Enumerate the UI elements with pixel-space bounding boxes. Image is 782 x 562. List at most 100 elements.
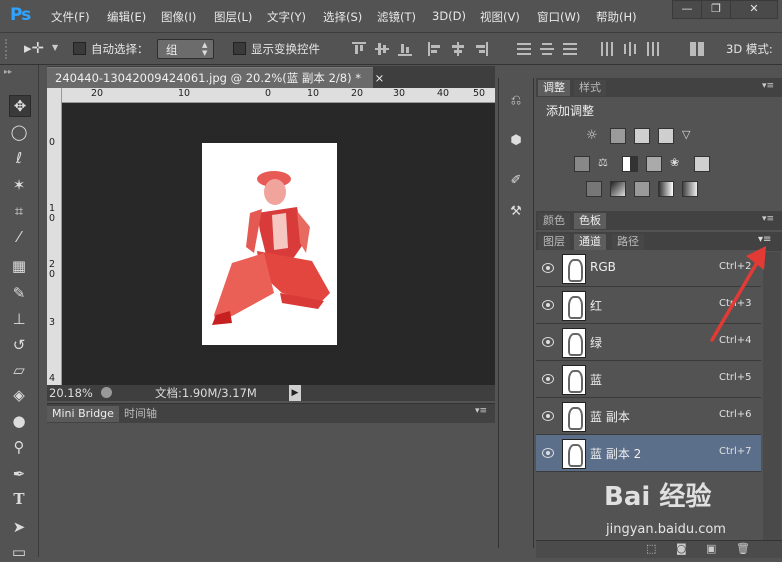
tool-presets-icon[interactable]: ⚒ (505, 201, 527, 223)
path-select-icon[interactable]: ➤ (9, 517, 29, 537)
paint-bucket-icon[interactable]: ◈ (9, 385, 29, 405)
document-tab[interactable]: 240440-13042009424061.jpg @ 20.2%(蓝 副本 2… (47, 67, 384, 88)
invert-icon[interactable] (586, 181, 602, 197)
brightness-icon[interactable]: ☼ (586, 128, 600, 143)
menu-file[interactable]: 文件(F) (51, 9, 90, 25)
dodge-tool-icon[interactable]: ⚲ (9, 437, 29, 457)
visibility-eye-icon[interactable] (542, 374, 554, 384)
menu-view[interactable]: 视图(V) (480, 9, 520, 25)
black-white-icon[interactable] (622, 156, 638, 172)
menu-filter[interactable]: 滤镜(T) (377, 9, 416, 25)
chevron-down-icon[interactable]: ▼ (52, 43, 58, 52)
type-tool-icon[interactable]: T (9, 490, 29, 510)
new-channel-icon[interactable]: ▣ (706, 542, 716, 555)
marquee-tool-icon[interactable]: ◯ (9, 122, 29, 142)
align-top-icon[interactable] (352, 42, 366, 56)
auto-select-checkbox[interactable] (73, 42, 86, 55)
collapse-icon[interactable]: ▸▸ (4, 67, 12, 76)
pen-tool-icon[interactable]: ✒ (9, 464, 29, 484)
healing-brush-icon[interactable]: ▦ (9, 256, 29, 276)
channel-row-blue-copy-2[interactable]: 蓝 副本 2 Ctrl+7 (536, 435, 761, 472)
align-bottom-icon[interactable] (398, 42, 412, 56)
vibrance-icon[interactable]: ▽ (682, 128, 696, 142)
crop-tool-icon[interactable]: ⌗ (9, 201, 29, 221)
curves-icon[interactable] (634, 128, 650, 144)
align-right-icon[interactable] (474, 42, 488, 56)
eraser-icon[interactable]: ▱ (9, 360, 29, 380)
channel-row-blue[interactable]: 蓝 Ctrl+5 (536, 361, 761, 398)
auto-select-dropdown[interactable]: 组 ▲ ▼ (157, 39, 214, 59)
blur-tool-icon[interactable]: ● (9, 411, 29, 431)
tab-swatches[interactable]: 色板 (574, 213, 606, 229)
distribute-hcenter-icon[interactable] (623, 42, 637, 56)
tab-styles[interactable]: 样式 (574, 80, 606, 96)
menu-window[interactable]: 窗口(W) (537, 9, 580, 25)
lasso-tool-icon[interactable]: ℓ (9, 148, 29, 168)
menu-layer[interactable]: 图层(L) (214, 9, 252, 25)
distribute-top-icon[interactable] (517, 42, 531, 56)
tab-layers[interactable]: 图层 (538, 234, 570, 250)
menu-select[interactable]: 选择(S) (323, 9, 362, 25)
3d-icon[interactable]: ⬢ (505, 130, 527, 152)
panel-menu-icon[interactable]: ▾≡ (475, 406, 487, 416)
magic-wand-icon[interactable]: ✶ (9, 175, 29, 195)
gradient-map-icon[interactable] (658, 181, 674, 197)
channel-row-blue-copy[interactable]: 蓝 副本 Ctrl+6 (536, 398, 761, 435)
menu-edit[interactable]: 编辑(E) (107, 9, 146, 25)
save-selection-icon[interactable]: ◙ (676, 542, 687, 555)
visibility-eye-icon[interactable] (542, 300, 554, 310)
threshold-icon[interactable] (634, 181, 650, 197)
status-menu-arrow-icon[interactable]: ▶ (289, 385, 301, 401)
status-info-icon[interactable] (101, 387, 112, 398)
delete-channel-icon[interactable]: 🗑 (736, 542, 750, 555)
channel-mixer-icon[interactable]: ❀ (670, 156, 684, 170)
restore-button[interactable]: ❐ (701, 0, 731, 19)
visibility-eye-icon[interactable] (542, 263, 554, 273)
exposure-icon[interactable] (658, 128, 674, 144)
selective-color-icon[interactable] (682, 181, 698, 197)
visibility-eye-icon[interactable] (542, 411, 554, 421)
distribute-right-icon[interactable] (646, 42, 660, 56)
tab-mini-bridge[interactable]: Mini Bridge (47, 406, 119, 422)
align-vcenter-icon[interactable] (375, 42, 389, 56)
photo-filter-icon[interactable] (646, 156, 662, 172)
history-brush-icon[interactable]: ↺ (9, 335, 29, 355)
hue-saturation-icon[interactable] (574, 156, 590, 172)
tab-close-icon[interactable]: × (375, 71, 385, 85)
eyedropper-icon[interactable]: ⁄ (9, 227, 29, 247)
document-canvas[interactable] (202, 143, 337, 345)
levels-icon[interactable] (610, 128, 626, 144)
menu-type[interactable]: 文字(Y) (267, 9, 306, 25)
menu-3d[interactable]: 3D(D) (432, 9, 466, 23)
color-lookup-icon[interactable] (694, 156, 710, 172)
visibility-eye-icon[interactable] (542, 337, 554, 347)
show-transform-checkbox[interactable] (233, 42, 246, 55)
distribute-vcenter-icon[interactable] (540, 42, 554, 56)
color-balance-icon[interactable]: ⚖ (598, 156, 612, 170)
align-left-icon[interactable] (428, 42, 442, 56)
zoom-level[interactable]: 20.18% (49, 385, 93, 401)
tab-paths[interactable]: 路径 (612, 234, 644, 250)
brush-presets-icon[interactable]: ✐ (505, 170, 527, 192)
align-hcenter-icon[interactable] (451, 42, 465, 56)
menu-image[interactable]: 图像(I) (161, 9, 196, 25)
tab-adjustments[interactable]: 调整 (538, 80, 570, 96)
brush-tool-icon[interactable]: ✎ (9, 283, 29, 303)
panel-menu-icon[interactable]: ▾≡ (762, 214, 774, 224)
visibility-eye-icon[interactable] (542, 448, 554, 458)
clone-stamp-icon[interactable]: ⊥ (9, 309, 29, 329)
load-selection-icon[interactable]: ⬚ (646, 542, 656, 555)
posterize-icon[interactable] (610, 181, 626, 197)
move-tool-icon[interactable]: ▸✛ (24, 39, 44, 57)
tab-color[interactable]: 颜色 (538, 213, 570, 229)
minimize-button[interactable]: — (672, 0, 702, 19)
move-tool-icon[interactable]: ✥ (9, 95, 31, 117)
auto-align-icon[interactable] (690, 42, 704, 56)
distribute-left-icon[interactable] (600, 42, 614, 56)
distribute-bottom-icon[interactable] (563, 42, 577, 56)
close-button[interactable]: ✕ (730, 0, 778, 19)
menu-help[interactable]: 帮助(H) (596, 9, 637, 25)
tab-timeline[interactable]: 时间轴 (119, 406, 162, 422)
tab-channels[interactable]: 通道 (574, 234, 606, 250)
panel-menu-icon[interactable]: ▾≡ (762, 81, 774, 91)
